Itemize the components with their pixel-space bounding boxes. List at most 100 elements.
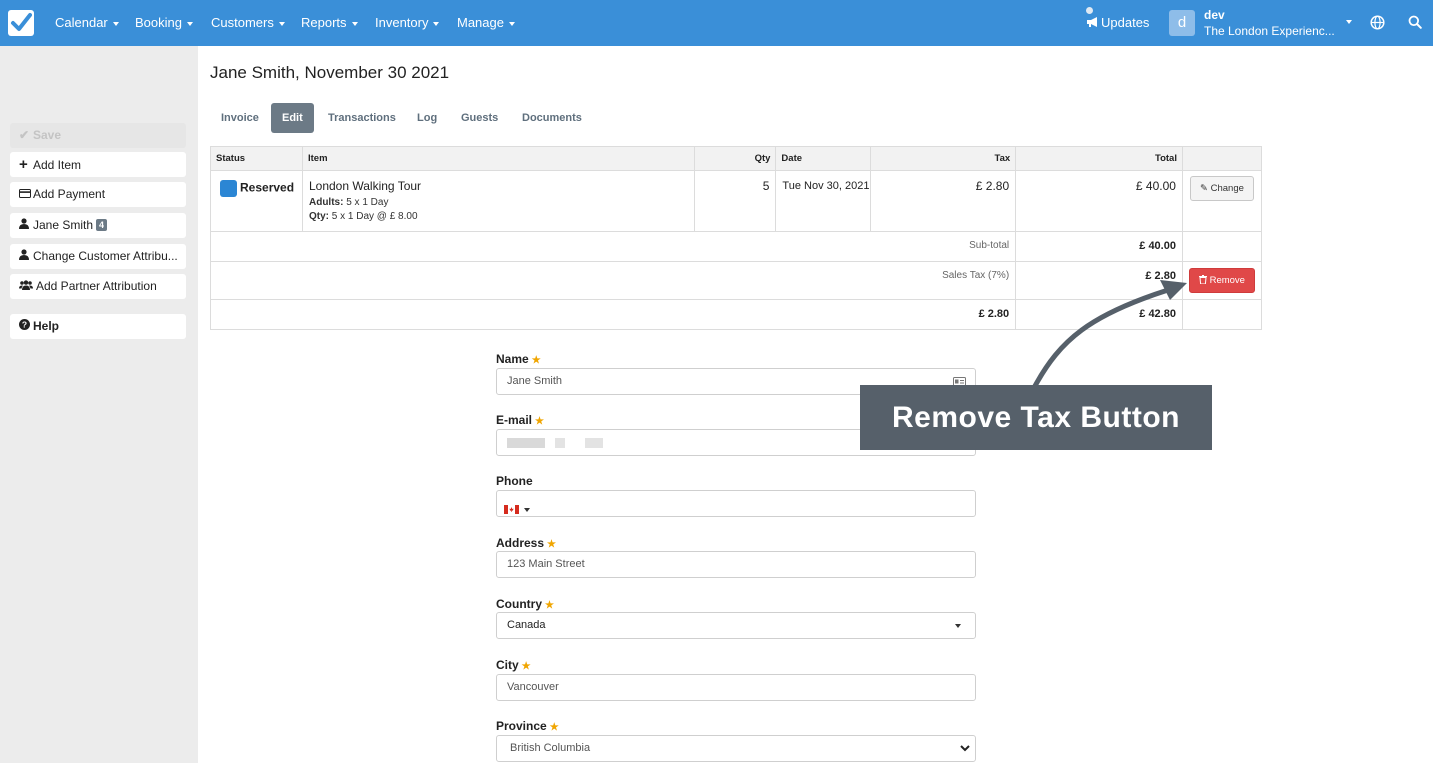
city-field[interactable]: Vancouver <box>496 674 976 701</box>
col-date: Date <box>775 146 872 171</box>
subtotal-value: £ 40.00 <box>1015 231 1183 262</box>
qty-detail: 5 x 1 Day @ £ 8.00 <box>331 211 418 222</box>
search-icon[interactable] <box>1408 15 1422 29</box>
nav-booking[interactable]: Booking <box>135 15 193 30</box>
subtotal-label: Sub-total <box>209 231 1017 262</box>
item-name[interactable]: London Walking Tour <box>309 179 688 193</box>
add-item-label: Add Item <box>33 158 82 172</box>
pencil-icon: ✎ <box>1200 183 1208 194</box>
invoice-table: Status Item Qty Date Tax Total Reserved … <box>209 146 1263 330</box>
remove-tax-button[interactable]: Remove <box>1188 268 1255 293</box>
totals-row: £ 2.80 £ 42.80 <box>209 299 1263 330</box>
country-select[interactable]: Canada <box>496 612 976 639</box>
grand-total-value: £ 42.80 <box>1015 299 1183 330</box>
province-value: British Columbia <box>510 742 591 754</box>
nav-manage[interactable]: Manage <box>457 15 515 30</box>
change-label: Change <box>1210 183 1244 194</box>
nav-reports[interactable]: Reports <box>301 15 358 30</box>
nav-reports-label: Reports <box>301 15 347 30</box>
province-label-text: Province <box>496 719 547 733</box>
phone-field[interactable] <box>496 490 976 517</box>
updates-button[interactable]: Updates <box>1086 7 1150 30</box>
actions-cell: ✎ Change <box>1181 170 1263 232</box>
email-label-text: E-mail <box>496 413 533 427</box>
item-adults-line: Adults: 5 x 1 Day <box>309 197 688 208</box>
phone-label-text: Phone <box>496 474 533 488</box>
tab-documents[interactable]: Documents <box>511 103 593 133</box>
add-partner-attribution-button[interactable]: Add Partner Attribution <box>10 274 186 299</box>
tab-invoice[interactable]: Invoice <box>210 103 270 133</box>
col-status: Status <box>210 146 303 171</box>
date-cell: Tue Nov 30, 2021 <box>775 170 872 232</box>
partner-attribution-label: Add Partner Attribution <box>36 279 157 293</box>
totals-actions <box>1181 299 1263 330</box>
megaphone-icon <box>1087 17 1097 27</box>
province-label: Province ★ <box>496 719 559 733</box>
required-star-icon: ★ <box>535 416 544 427</box>
svg-text:?: ? <box>22 320 27 330</box>
sidebar: ✔ Save + Add Item Add Payment Jane Smith 4 … <box>0 46 198 763</box>
change-button[interactable]: ✎ Change <box>1189 176 1254 201</box>
sales-tax-row: Sales Tax (7%) £ 2.80 Remove <box>209 261 1263 300</box>
globe-icon[interactable] <box>1370 15 1385 30</box>
add-payment-button[interactable]: Add Payment <box>10 182 186 207</box>
address-field[interactable]: 123 Main Street <box>496 551 976 578</box>
province-select[interactable]: British Columbia <box>496 735 976 762</box>
total-cell: £ 40.00 <box>1015 170 1183 232</box>
col-actions <box>1181 146 1263 171</box>
check-icon: ✔ <box>19 128 30 142</box>
add-item-button[interactable]: + Add Item <box>10 152 186 177</box>
nav-calendar-label: Calendar <box>55 15 108 30</box>
chevron-down-icon[interactable] <box>1346 20 1352 24</box>
nav-customers[interactable]: Customers <box>211 15 285 30</box>
user-name[interactable]: dev <box>1204 8 1225 22</box>
tax-total-value: £ 2.80 <box>209 299 1017 330</box>
app-logo[interactable] <box>8 10 34 36</box>
status-label: Reserved <box>240 180 295 195</box>
required-star-icon: ★ <box>549 722 559 733</box>
tab-guests[interactable]: Guests <box>450 103 509 133</box>
customer-button[interactable]: Jane Smith 4 <box>10 213 186 238</box>
help-button[interactable]: ? Help <box>10 314 186 339</box>
save-button[interactable]: ✔ Save <box>10 123 186 148</box>
city-label-text: City <box>496 658 519 672</box>
question-circle-icon: ? <box>19 314 31 339</box>
name-value: Jane Smith <box>507 375 563 387</box>
chevron-down-icon <box>112 21 119 26</box>
notification-dot <box>1086 7 1093 14</box>
chevron-down-icon <box>278 21 285 26</box>
table-header-row: Status Item Qty Date Tax Total <box>210 146 1263 171</box>
trash-icon <box>1198 275 1207 286</box>
sales-tax-actions: Remove <box>1181 261 1263 300</box>
change-customer-attribution-button[interactable]: Change Customer Attribu... <box>10 244 186 269</box>
chevron-down-icon <box>186 21 193 26</box>
nav-customers-label: Customers <box>211 15 274 30</box>
chevron-down-icon <box>524 508 531 512</box>
change-attribution-label: Change Customer Attribu... <box>33 249 178 263</box>
required-star-icon: ★ <box>531 355 541 366</box>
tab-edit[interactable]: Edit <box>271 103 314 133</box>
nav-calendar[interactable]: Calendar <box>55 15 119 30</box>
adults-value: 5 x 1 Day <box>346 197 389 208</box>
item-qty-line: Qty: 5 x 1 Day @ £ 8.00 <box>309 211 688 222</box>
chevron-down-icon <box>960 745 970 752</box>
status-cell: Reserved <box>210 170 303 232</box>
status-color-swatch <box>220 180 237 197</box>
address-label-text: Address <box>496 536 545 550</box>
updates-label: Updates <box>1101 15 1150 30</box>
credit-card-icon <box>19 182 31 207</box>
avatar[interactable]: d <box>1169 10 1195 36</box>
country-flag-dropdown[interactable] <box>504 499 531 524</box>
company-name[interactable]: The London Experienc... <box>1204 24 1335 38</box>
nav-booking-label: Booking <box>135 15 182 30</box>
tab-log[interactable]: Log <box>406 103 448 133</box>
callout-label: Remove Tax Button <box>860 385 1212 450</box>
tab-transactions[interactable]: Transactions <box>317 103 407 133</box>
user-icon <box>19 244 31 269</box>
user-icon <box>19 213 31 238</box>
col-tax: Tax <box>870 146 1017 171</box>
nav-inventory[interactable]: Inventory <box>375 15 440 30</box>
plus-icon: + <box>19 156 28 173</box>
sales-tax-value: £ 2.80 <box>1015 261 1183 300</box>
country-label: Country ★ <box>496 597 554 611</box>
